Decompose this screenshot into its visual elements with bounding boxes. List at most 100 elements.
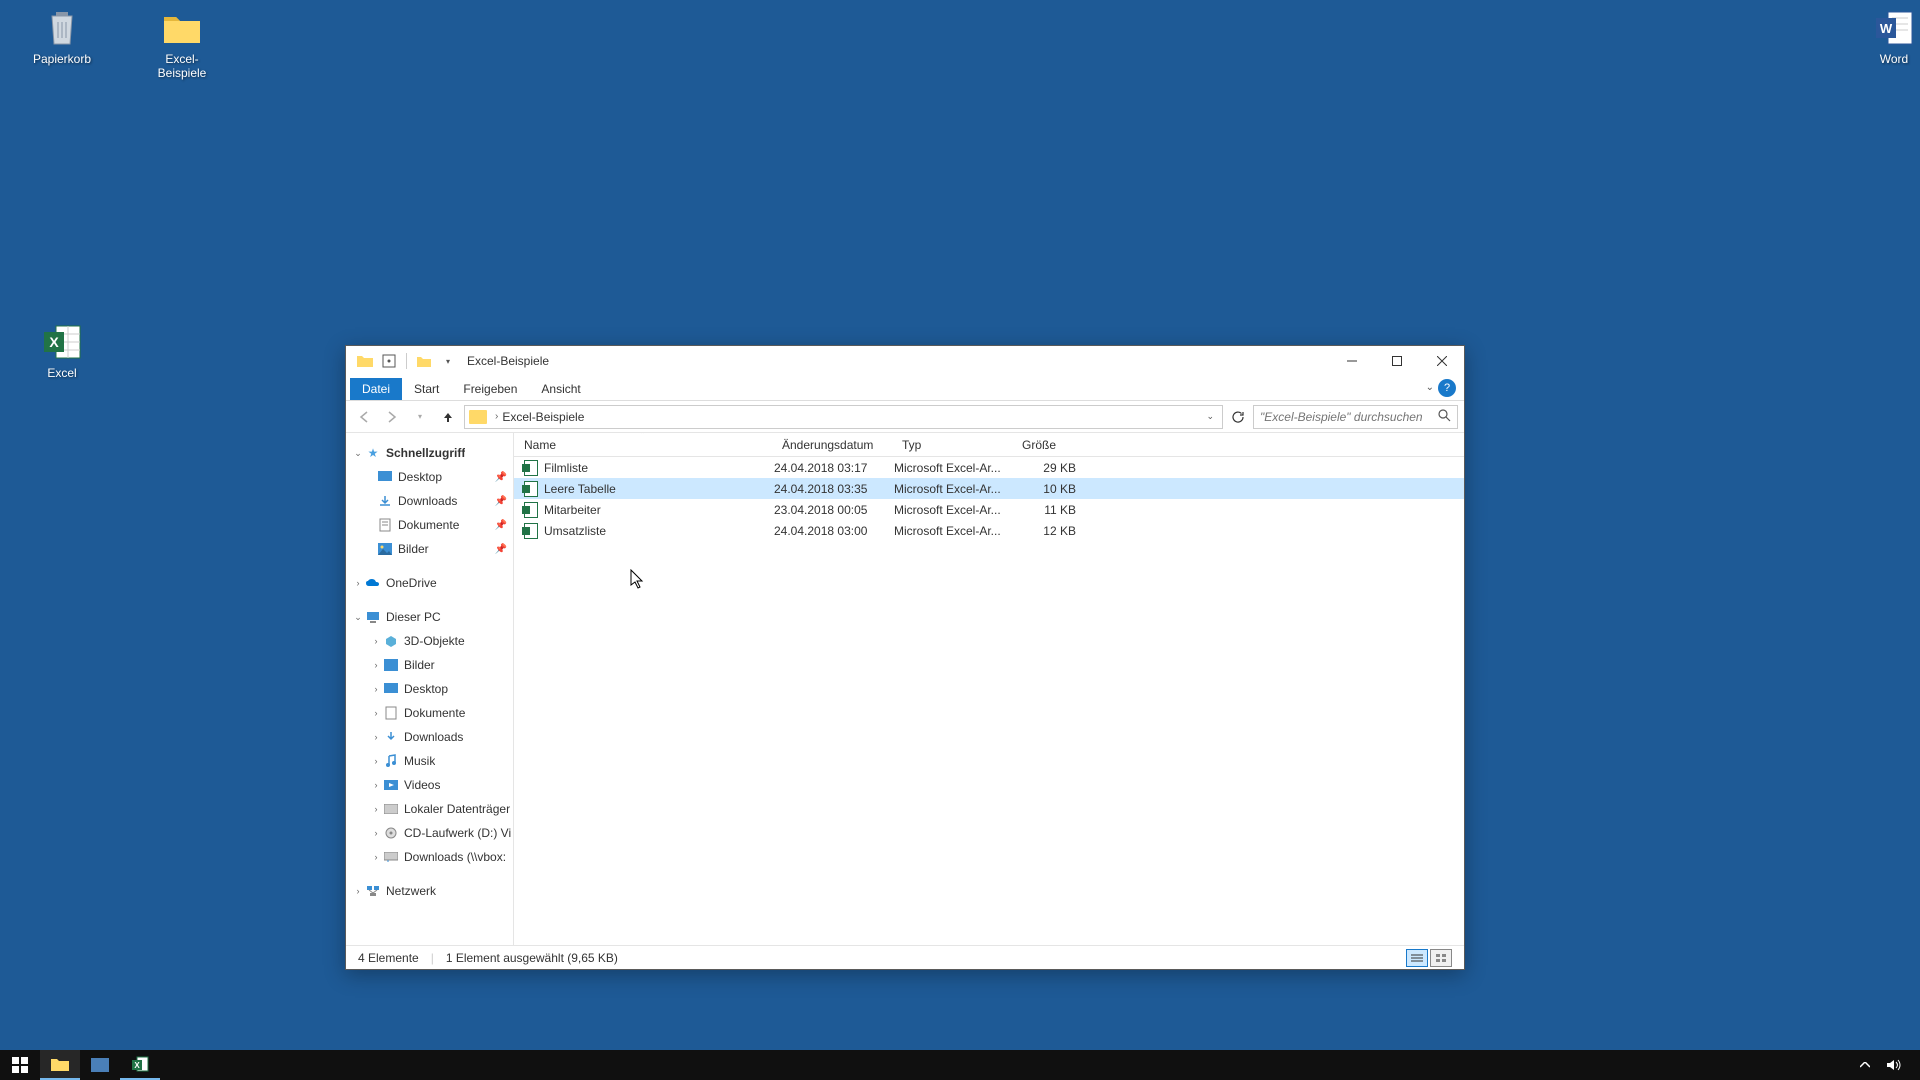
address-dropdown-icon[interactable]: ⌄ — [1206, 411, 1214, 422]
column-type[interactable]: Typ — [892, 433, 1012, 456]
svg-text:X: X — [134, 1061, 140, 1070]
up-button[interactable] — [436, 405, 460, 429]
chevron-right-icon[interactable]: › — [370, 684, 382, 694]
help-button[interactable]: ? — [1438, 379, 1456, 397]
column-headers: Name ⌃ Änderungsdatum Typ Größe — [514, 433, 1464, 457]
chevron-right-icon[interactable]: › — [370, 780, 382, 790]
nav-documents-2[interactable]: › Dokumente — [346, 701, 513, 725]
column-date[interactable]: Änderungsdatum — [772, 433, 892, 456]
nav-desktop-2[interactable]: › Desktop — [346, 677, 513, 701]
recent-dropdown-icon[interactable]: ▾ — [408, 405, 432, 429]
search-icon[interactable] — [1438, 409, 1451, 425]
tab-share[interactable]: Freigeben — [451, 378, 529, 400]
file-row[interactable]: Filmliste 24.04.2018 03:17 Microsoft Exc… — [514, 457, 1464, 478]
taskbar-app[interactable] — [80, 1050, 120, 1080]
tray-expand-icon[interactable] — [1852, 1050, 1878, 1080]
forward-button[interactable] — [380, 405, 404, 429]
pin-icon: 📌 — [495, 520, 507, 531]
refresh-button[interactable] — [1227, 406, 1249, 428]
file-type: Microsoft Excel-Ar... — [894, 461, 1014, 475]
nav-documents[interactable]: Dokumente 📌 — [346, 513, 513, 537]
tab-view[interactable]: Ansicht — [529, 378, 592, 400]
nav-music[interactable]: › Musik — [346, 749, 513, 773]
file-list: Name ⌃ Änderungsdatum Typ Größe Filmlist… — [514, 433, 1464, 945]
chevron-down-icon[interactable]: ⌄ — [352, 448, 364, 459]
word-icon: W — [1874, 8, 1914, 48]
nav-cd-drive[interactable]: › CD-Laufwerk (D:) Vi — [346, 821, 513, 845]
desktop-icon-word[interactable]: W Word — [1856, 8, 1920, 66]
word-label: Word — [1880, 52, 1908, 66]
desktop-icon-folder[interactable]: Excel-Beispiele — [144, 8, 220, 80]
taskbar-excel[interactable]: X — [120, 1050, 160, 1080]
nav-pictures[interactable]: Bilder 📌 — [346, 537, 513, 561]
view-details-button[interactable] — [1406, 949, 1428, 967]
start-button[interactable] — [0, 1050, 40, 1080]
chevron-right-icon[interactable]: › — [370, 828, 382, 838]
nav-pictures-2[interactable]: › Bilder — [346, 653, 513, 677]
nav-onedrive[interactable]: › OneDrive — [346, 571, 513, 595]
chevron-down-icon[interactable]: ⌄ — [352, 612, 364, 623]
excel-file-icon — [522, 523, 540, 539]
chevron-right-icon[interactable]: › — [370, 852, 382, 862]
qat-properties-icon[interactable] — [378, 350, 400, 372]
back-button[interactable] — [352, 405, 376, 429]
nav-desktop[interactable]: Desktop 📌 — [346, 465, 513, 489]
chevron-right-icon[interactable]: › — [370, 660, 382, 670]
breadcrumb-text[interactable]: Excel-Beispiele — [502, 410, 584, 424]
file-row[interactable]: Leere Tabelle 24.04.2018 03:35 Microsoft… — [514, 478, 1464, 499]
nav-network[interactable]: › Netzwerk — [346, 879, 513, 903]
file-row[interactable]: Mitarbeiter 23.04.2018 00:05 Microsoft E… — [514, 499, 1464, 520]
desktop-icon-recycle-bin[interactable]: Papierkorb — [24, 8, 100, 66]
status-selection: 1 Element ausgewählt (9,65 KB) — [446, 951, 618, 965]
pin-icon: 📌 — [495, 544, 507, 555]
column-name[interactable]: Name ⌃ — [514, 433, 772, 456]
view-thumbnails-button[interactable] — [1430, 949, 1452, 967]
titlebar[interactable]: ▾ Excel-Beispiele — [346, 346, 1464, 376]
column-size[interactable]: Größe — [1012, 433, 1092, 456]
qat-dropdown-icon[interactable]: ▾ — [437, 350, 459, 372]
file-type: Microsoft Excel-Ar... — [894, 503, 1014, 517]
nav-downloads-2[interactable]: › Downloads — [346, 725, 513, 749]
chevron-right-icon[interactable]: › — [370, 708, 382, 718]
file-name: Leere Tabelle — [544, 482, 774, 496]
tray-volume-icon[interactable] — [1878, 1050, 1910, 1080]
file-type: Microsoft Excel-Ar... — [894, 482, 1014, 496]
star-icon: ★ — [364, 446, 382, 460]
file-size: 12 KB — [1014, 524, 1084, 538]
close-button[interactable] — [1419, 346, 1464, 376]
cube-icon — [382, 634, 400, 648]
desktop-icon-excel[interactable]: X Excel — [24, 322, 100, 380]
excel-file-icon — [522, 481, 540, 497]
chevron-right-icon[interactable]: › — [352, 578, 364, 588]
nav-videos[interactable]: › Videos — [346, 773, 513, 797]
tab-file[interactable]: Datei — [350, 378, 402, 400]
chevron-right-icon[interactable]: › — [370, 636, 382, 646]
nav-quick-access[interactable]: ⌄ ★ Schnellzugriff — [346, 441, 513, 465]
nav-3d-objects[interactable]: › 3D-Objekte — [346, 629, 513, 653]
nav-downloads[interactable]: Downloads 📌 — [346, 489, 513, 513]
minimize-button[interactable] — [1329, 346, 1374, 376]
address-box[interactable]: › Excel-Beispiele ⌄ — [464, 405, 1223, 429]
desktop-mini-icon — [376, 470, 394, 484]
file-row[interactable]: Umsatzliste 24.04.2018 03:00 Microsoft E… — [514, 520, 1464, 541]
qat-newfolder-icon[interactable] — [413, 350, 435, 372]
chevron-right-icon[interactable]: › — [352, 886, 364, 896]
document-mini-icon — [382, 706, 400, 720]
cloud-icon — [364, 576, 382, 590]
taskbar-explorer[interactable] — [40, 1050, 80, 1080]
tab-start[interactable]: Start — [402, 378, 451, 400]
window-title: Excel-Beispiele — [467, 354, 549, 368]
search-box[interactable] — [1253, 405, 1458, 429]
maximize-button[interactable] — [1374, 346, 1419, 376]
chevron-right-icon[interactable]: › — [370, 732, 382, 742]
ribbon-expand-icon[interactable]: ⌄ — [1426, 382, 1434, 393]
sort-ascending-icon: ⌃ — [639, 433, 646, 439]
search-input[interactable] — [1260, 410, 1438, 424]
chevron-right-icon[interactable]: › — [370, 756, 382, 766]
nav-local-disk[interactable]: › Lokaler Datenträger — [346, 797, 513, 821]
nav-this-pc[interactable]: ⌄ Dieser PC — [346, 605, 513, 629]
network-drive-icon — [382, 850, 400, 864]
chevron-right-icon[interactable]: › — [370, 804, 382, 814]
nav-network-downloads[interactable]: › Downloads (\\vbox: — [346, 845, 513, 869]
show-desktop-button[interactable] — [1910, 1050, 1916, 1080]
